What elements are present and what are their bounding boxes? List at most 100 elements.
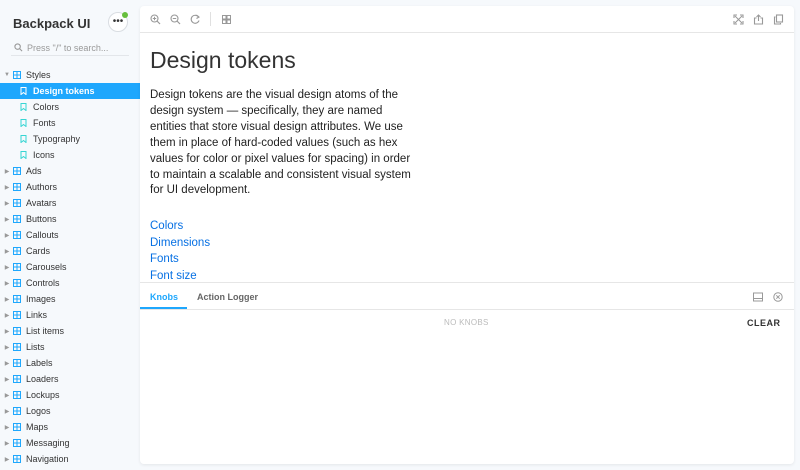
tree-group-buttons[interactable]: ▶ Buttons	[0, 211, 140, 227]
tree-group-images[interactable]: ▶ Images	[0, 291, 140, 307]
fullscreen-icon[interactable]	[733, 14, 744, 25]
tree-group-cards[interactable]: ▶ Cards	[0, 243, 140, 259]
link-fonts[interactable]: Fonts	[150, 251, 210, 268]
tree-label: Authors	[26, 182, 58, 192]
token-links: Colors Dimensions Fonts Font size	[150, 218, 210, 282]
tree-group-maps[interactable]: ▶ Maps	[0, 419, 140, 435]
tree-label: Lists	[26, 342, 45, 352]
component-icon	[13, 263, 21, 271]
component-icon	[13, 359, 21, 367]
component-icon	[13, 343, 21, 351]
menu-button[interactable]: •••	[108, 12, 128, 32]
component-icon	[13, 375, 21, 383]
chevron-right-icon: ▶	[4, 424, 10, 431]
component-icon	[13, 199, 21, 207]
tree-item-colors[interactable]: Colors	[0, 99, 140, 115]
ellipsis-icon: •••	[112, 16, 124, 27]
tree-group-carousels[interactable]: ▶ Carousels	[0, 259, 140, 275]
component-icon	[13, 439, 21, 447]
tree-label: Maps	[26, 422, 49, 432]
chevron-right-icon: ▶	[4, 440, 10, 447]
chevron-right-icon: ▶	[4, 264, 10, 271]
tree-group-authors[interactable]: ▶ Authors	[0, 179, 140, 195]
tree-group-avatars[interactable]: ▶ Avatars	[0, 195, 140, 211]
tree-item-design-tokens[interactable]: Design tokens	[0, 83, 140, 99]
clear-button[interactable]: CLEAR	[747, 318, 781, 328]
component-icon	[13, 183, 21, 191]
addons-panel: Knobs Action Logger NO KNOBS CLEAR	[140, 282, 794, 464]
tree-group-lockups[interactable]: ▶ Lockups	[0, 387, 140, 403]
panel-layout-icon[interactable]	[753, 292, 763, 302]
component-icon	[13, 231, 21, 239]
reset-zoom-icon[interactable]	[190, 14, 201, 25]
tree-group-styles[interactable]: ▼ Styles	[0, 67, 140, 83]
toolbar-divider	[210, 12, 211, 26]
tree-group-logos[interactable]: ▶ Logos	[0, 403, 140, 419]
component-icon	[13, 71, 21, 79]
chevron-right-icon: ▶	[4, 408, 10, 415]
chevron-right-icon: ▶	[4, 328, 10, 335]
tree-label: List items	[26, 326, 65, 336]
tree-label: Icons	[33, 150, 55, 160]
share-icon[interactable]	[753, 14, 764, 25]
tree-group-ads[interactable]: ▶ Ads	[0, 163, 140, 179]
chevron-right-icon: ▶	[4, 392, 10, 399]
chevron-down-icon: ▼	[4, 72, 10, 78]
tree-label: Ads	[26, 166, 42, 176]
component-icon	[13, 455, 21, 463]
tree-label: Design tokens	[33, 86, 95, 96]
link-dimensions[interactable]: Dimensions	[150, 235, 210, 252]
chevron-right-icon: ▶	[4, 216, 10, 223]
tree-group-list-items[interactable]: ▶ List items	[0, 323, 140, 339]
bookmark-icon	[20, 119, 27, 127]
tree-group-loaders[interactable]: ▶ Loaders	[0, 371, 140, 387]
close-circle-icon[interactable]	[773, 292, 783, 302]
component-icon	[13, 279, 21, 287]
tree-group-links[interactable]: ▶ Links	[0, 307, 140, 323]
tree-group-navigation[interactable]: ▶ Navigation	[0, 451, 140, 467]
zoom-out-icon[interactable]	[170, 14, 181, 25]
brand-title[interactable]: Backpack UI	[13, 16, 90, 31]
link-font-size[interactable]: Font size	[150, 268, 210, 283]
component-icon	[13, 247, 21, 255]
tree-group-messaging[interactable]: ▶ Messaging	[0, 435, 140, 451]
tree-group-callouts[interactable]: ▶ Callouts	[0, 227, 140, 243]
component-icon	[13, 215, 21, 223]
tree-label: Styles	[26, 70, 51, 80]
bookmark-icon	[20, 87, 27, 95]
tree-item-typography[interactable]: Typography	[0, 131, 140, 147]
grid-icon[interactable]	[221, 14, 232, 25]
page-title: Design tokens	[150, 47, 296, 73]
tab-action-logger[interactable]: Action Logger	[197, 292, 258, 302]
chevron-right-icon: ▶	[4, 280, 10, 287]
tree-label: Callouts	[26, 230, 59, 240]
bookmark-icon	[20, 135, 27, 143]
toolbar	[140, 6, 794, 33]
copy-icon[interactable]	[773, 14, 784, 25]
tree-label: Images	[26, 294, 56, 304]
tree-item-fonts[interactable]: Fonts	[0, 115, 140, 131]
tree-group-lists[interactable]: ▶ Lists	[0, 339, 140, 355]
component-icon	[13, 407, 21, 415]
tree-label: Carousels	[26, 262, 67, 272]
link-colors[interactable]: Colors	[150, 218, 210, 235]
tab-knobs[interactable]: Knobs	[150, 292, 178, 302]
tree-label: Fonts	[33, 118, 56, 128]
component-icon	[13, 391, 21, 399]
tree-group-controls[interactable]: ▶ Controls	[0, 275, 140, 291]
sidebar: Backpack UI ••• ▼ Styles Design tokens C…	[0, 0, 140, 470]
tree-label: Colors	[33, 102, 60, 112]
tree-item-icons[interactable]: Icons	[0, 147, 140, 163]
tree-label: Labels	[26, 358, 53, 368]
zoom-in-icon[interactable]	[150, 14, 161, 25]
search-input[interactable]	[27, 42, 127, 53]
tree-group-labels[interactable]: ▶ Labels	[0, 355, 140, 371]
chevron-right-icon: ▶	[4, 344, 10, 351]
page-description: Design tokens are the visual design atom…	[150, 89, 411, 197]
tree-label: Buttons	[26, 214, 57, 224]
tree-label: Typography	[33, 134, 81, 144]
bookmark-icon	[20, 151, 27, 159]
tree-label: Controls	[26, 278, 60, 288]
component-icon	[13, 311, 21, 319]
chevron-right-icon: ▶	[4, 168, 10, 175]
